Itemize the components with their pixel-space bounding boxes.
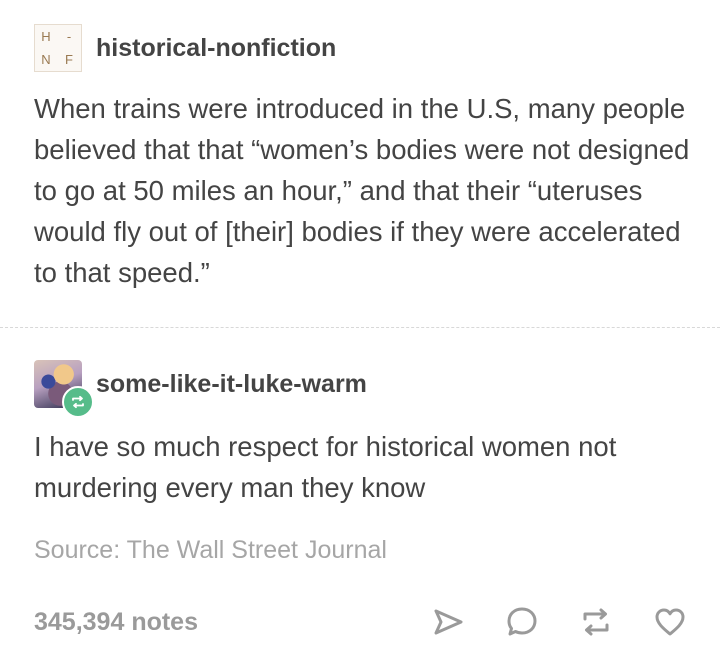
avatar-letter: F — [65, 52, 74, 67]
share-icon[interactable] — [428, 602, 468, 642]
reblog-body-text: I have so much respect for historical wo… — [34, 431, 617, 503]
source-link[interactable]: Source: The Wall Street Journal — [34, 536, 387, 565]
reply-icon[interactable] — [502, 602, 542, 642]
blog-avatar[interactable]: H - N F — [34, 24, 82, 72]
avatar-letter: N — [41, 52, 52, 67]
reblog-entry: some-like-it-luke-warm I have so much re… — [34, 356, 694, 508]
post-body-text: When trains were introduced in the U.S, … — [34, 93, 690, 288]
post-footer: 345,394 notes — [34, 600, 690, 644]
reblog-badge-icon — [62, 386, 94, 418]
avatar-letter: - — [66, 29, 73, 44]
reblog-header: some-like-it-luke-warm — [34, 356, 694, 418]
blog-name-link[interactable]: historical-nonfiction — [96, 34, 336, 63]
reblog-icon[interactable] — [576, 602, 616, 642]
avatar-letter: H — [41, 29, 52, 44]
post-actions — [428, 602, 690, 642]
reblogger-name-link[interactable]: some-like-it-luke-warm — [96, 370, 367, 399]
original-post: H - N F historical-nonfiction When train… — [34, 22, 694, 293]
reblog-divider — [0, 327, 720, 328]
blog-header: H - N F historical-nonfiction — [34, 22, 694, 74]
reblogger-avatar[interactable] — [34, 360, 94, 418]
post-card: H - N F historical-nonfiction When train… — [0, 0, 720, 656]
like-icon[interactable] — [650, 602, 690, 642]
notes-count[interactable]: 345,394 notes — [34, 608, 198, 637]
